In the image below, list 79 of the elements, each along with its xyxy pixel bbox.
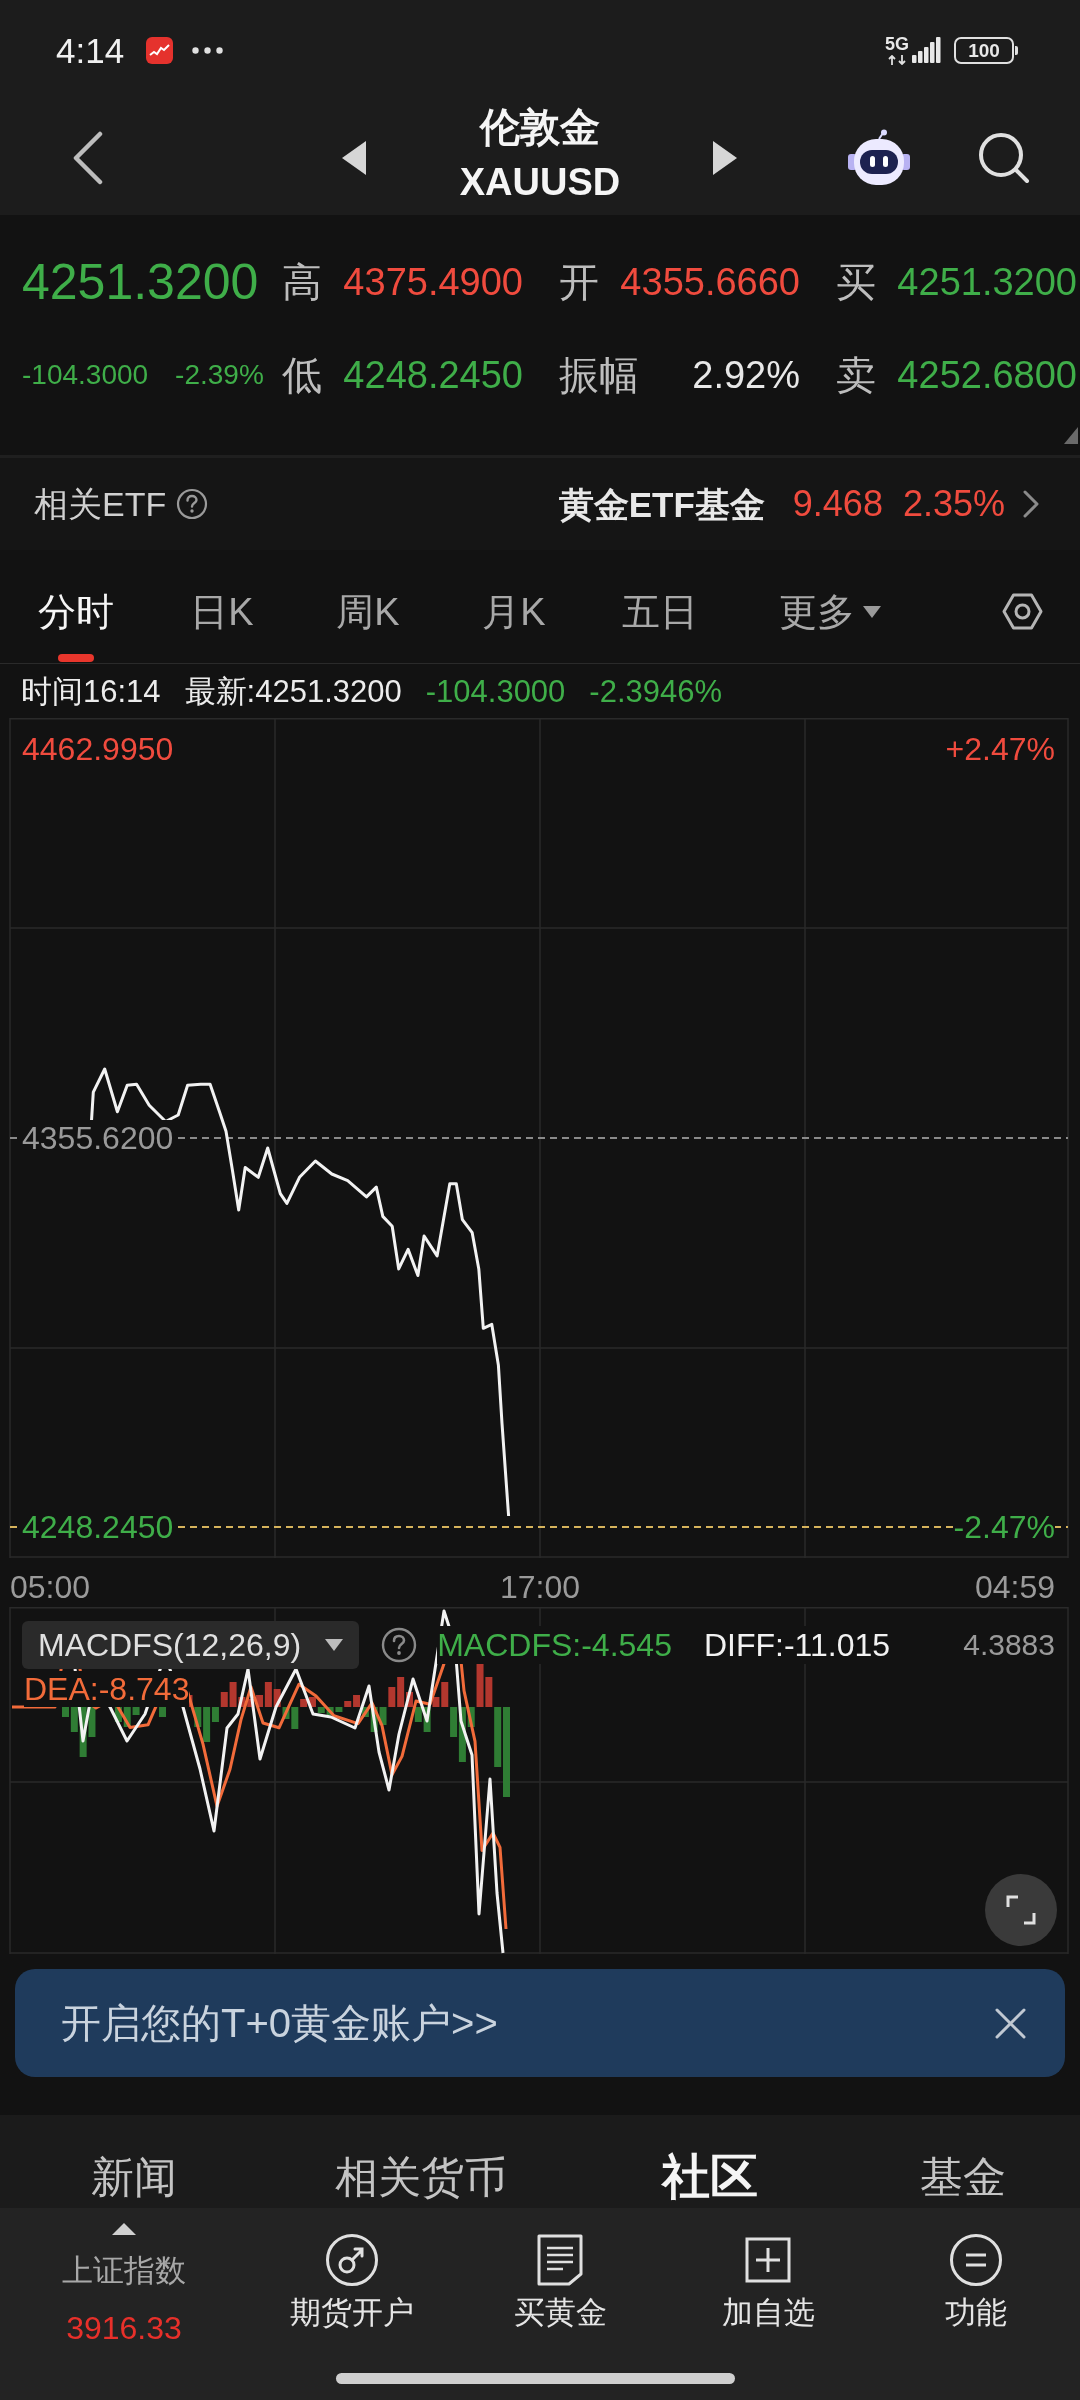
related-etf-label: 相关ETF xyxy=(34,487,167,521)
data-arrows-icon xyxy=(887,55,907,65)
more-dots-icon xyxy=(192,46,224,54)
stat-value: 4375.4900 xyxy=(343,263,523,301)
caret-down-icon xyxy=(325,1639,344,1651)
stat-label: 低 xyxy=(282,355,322,395)
circled-male-sign-icon xyxy=(325,2233,379,2287)
stat-value: 2.92% xyxy=(692,356,800,394)
etf-name: 黄金ETF基金 xyxy=(558,486,765,522)
caret-down-icon xyxy=(863,606,881,618)
toolbar-action[interactable]: 买黄金 xyxy=(513,2208,607,2331)
time-axis-label: 17:00 xyxy=(500,1569,581,1605)
session-end-label: 04:59 xyxy=(974,1569,1055,1605)
help-icon[interactable] xyxy=(176,488,209,520)
settings-icon[interactable] xyxy=(1002,591,1043,632)
period-tab[interactable]: 五日 xyxy=(622,560,698,663)
histogram-bar xyxy=(159,1707,166,1717)
etf-price: 9.468 xyxy=(792,486,883,522)
instrument-title: 伦敦金 xyxy=(480,105,600,149)
period-tab[interactable]: 更多 xyxy=(779,560,881,663)
last-price: 4251.3200 xyxy=(22,257,259,307)
signal-icon xyxy=(911,37,941,63)
change-value: -104.3000 xyxy=(425,675,566,707)
indicator-dropdown[interactable]: MACDFS(12,26,9) xyxy=(22,1621,360,1669)
up-triangle-icon xyxy=(112,2223,136,2235)
robot-icon[interactable] xyxy=(847,128,911,187)
close-icon[interactable] xyxy=(995,2007,1026,2039)
circled-equals-icon xyxy=(949,2233,1003,2287)
toolbar-action[interactable]: 加自选 xyxy=(721,2208,815,2331)
toolbar-action[interactable]: 期货开户 xyxy=(290,2208,414,2331)
section-tab[interactable]: 基金 xyxy=(920,2152,1006,2202)
help-icon[interactable] xyxy=(381,1627,418,1663)
left-triangle-icon[interactable] xyxy=(342,140,366,175)
toolbar-action[interactable]: 功能 xyxy=(945,2208,1007,2331)
app-notification-icon xyxy=(146,36,174,64)
battery-indicator: 100 xyxy=(954,36,1018,64)
time-reading: 时间16:14 xyxy=(21,675,161,707)
change-percent: -2.3946% xyxy=(589,675,723,707)
stat-label: 卖 xyxy=(836,355,876,395)
period-tab[interactable]: 月K xyxy=(482,560,546,663)
section-tab[interactable]: 新闻 xyxy=(91,2152,177,2202)
stat-label: 开 xyxy=(559,262,599,302)
period-tab[interactable]: 日K xyxy=(190,560,254,663)
latest-price: 最新:4251.3200 xyxy=(184,675,402,707)
search-icon[interactable] xyxy=(977,131,1030,184)
indicator-scale-label: 4.3883 xyxy=(963,1630,1055,1660)
stat-label: 高 xyxy=(282,262,322,302)
stat-value: 4355.6660 xyxy=(620,263,800,301)
expand-icon xyxy=(1006,1895,1036,1925)
stat-label: 买 xyxy=(836,262,876,302)
section-tab[interactable]: 相关货币 xyxy=(335,2152,507,2202)
time-axis-label: 05:00 xyxy=(10,1569,91,1605)
period-tab[interactable]: 周K xyxy=(336,560,400,663)
indicator-reading: DEA:-8.743 xyxy=(24,1671,190,1707)
section-tab[interactable]: 社区 xyxy=(662,2152,758,2202)
corner-triangle-icon xyxy=(1064,427,1078,444)
price-change-percent: -2.39% xyxy=(175,361,264,389)
instrument-symbol: XAUUSD xyxy=(459,160,621,204)
period-tab[interactable]: 分时 xyxy=(38,560,114,663)
etf-change: 2.35% xyxy=(902,486,1005,522)
stat-value: 4251.3200 xyxy=(897,263,1077,301)
selected-underline xyxy=(58,654,94,662)
index-name: 上证指数 xyxy=(62,2252,186,2290)
back-icon[interactable] xyxy=(72,130,104,185)
network-type: 5G xyxy=(885,35,909,53)
plus-square-icon xyxy=(745,2237,791,2283)
stat-label: 振幅 xyxy=(559,355,639,395)
chevron-right-icon[interactable] xyxy=(1022,489,1040,519)
indicator-reading: MACDFS:-4.545 xyxy=(437,1626,672,1664)
index-value: 3916.33 xyxy=(66,2310,182,2346)
stat-value: 4252.6800 xyxy=(897,356,1077,394)
promo-banner[interactable]: 开启您的T+0黄金账户>> xyxy=(15,1969,1065,2077)
promo-text: 开启您的T+0黄金账户>> xyxy=(61,2003,498,2043)
right-triangle-icon[interactable] xyxy=(713,140,737,175)
stat-value: 4248.2450 xyxy=(343,356,523,394)
price-change: -104.3000 xyxy=(22,361,149,389)
document-icon xyxy=(536,2233,584,2287)
clock-time: 4:14 xyxy=(56,32,125,68)
indicator-reading: DIFF:-11.015 xyxy=(703,1626,891,1664)
